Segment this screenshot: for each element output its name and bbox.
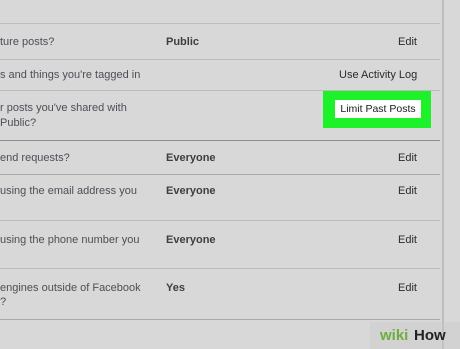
phone-lookup-value: Everyone bbox=[166, 234, 216, 246]
divider bbox=[0, 174, 440, 175]
tagged-posts-question: s and things you're tagged in bbox=[0, 69, 141, 81]
phone-lookup-edit-button[interactable]: Edit bbox=[398, 233, 417, 247]
divider bbox=[0, 59, 440, 60]
search-engines-value: Yes bbox=[166, 282, 185, 294]
watermark-how: How bbox=[414, 327, 446, 344]
past-posts-question-line2: Public? bbox=[0, 117, 37, 129]
email-lookup-value: Everyone bbox=[166, 185, 216, 197]
email-lookup-question: using the email address you bbox=[0, 185, 137, 197]
divider bbox=[0, 319, 440, 320]
friend-requests-question: end requests? bbox=[0, 152, 70, 164]
future-posts-question: ture posts? bbox=[0, 36, 55, 48]
divider bbox=[0, 220, 440, 221]
email-lookup-edit-button[interactable]: Edit bbox=[398, 184, 417, 198]
future-posts-value: Public bbox=[166, 36, 200, 48]
limit-past-posts-label: Limit Past Posts bbox=[340, 103, 416, 115]
past-posts-question-line1: r posts you've shared with bbox=[0, 102, 127, 114]
search-engines-question-line1: engines outside of Facebook bbox=[0, 282, 141, 294]
friend-requests-value: Everyone bbox=[166, 152, 216, 164]
privacy-settings-panel: ture posts? Public Edit s and things you… bbox=[0, 0, 460, 349]
use-activity-log-button[interactable]: Use Activity Log bbox=[339, 68, 417, 82]
search-engines-question-line2: ? bbox=[0, 296, 7, 308]
divider bbox=[0, 268, 440, 269]
panel-right-border bbox=[442, 0, 444, 349]
watermark-wiki: wiki bbox=[380, 327, 409, 344]
search-engines-edit-button[interactable]: Edit bbox=[398, 281, 417, 295]
phone-lookup-question: using the phone number you bbox=[0, 234, 140, 246]
section-divider bbox=[0, 140, 440, 141]
friend-requests-edit-button[interactable]: Edit bbox=[398, 151, 417, 165]
limit-past-posts-button[interactable]: Limit Past Posts bbox=[335, 100, 421, 118]
future-posts-edit-button[interactable]: Edit bbox=[398, 35, 417, 49]
divider bbox=[0, 23, 440, 24]
